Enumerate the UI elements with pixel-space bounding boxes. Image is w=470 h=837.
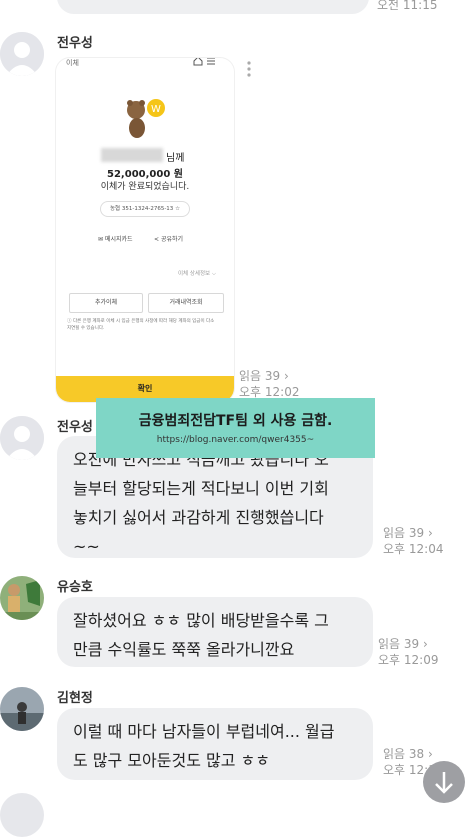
read-count: 읽음 39 › bbox=[239, 369, 289, 383]
notice-label: 다른 은행 계좌로 이체 시 입금 은행의 사정에 따라 해당 계좌의 입금이 … bbox=[67, 319, 215, 331]
detail-label: 이체 상세정보 bbox=[178, 271, 211, 277]
previous-message-bubble bbox=[57, 0, 369, 14]
sender-name: 전우성 bbox=[57, 36, 93, 51]
scroll-to-bottom-button[interactable] bbox=[423, 761, 465, 803]
chevron-down-icon: ⌵ bbox=[211, 271, 217, 277]
message-meta: 읽음 39 › 오후 12:02 bbox=[239, 368, 299, 400]
avatar[interactable] bbox=[0, 576, 44, 620]
detail-link: 이체 상세정보 ⌵ bbox=[178, 269, 216, 278]
envelope-icon: ✉ bbox=[98, 236, 104, 243]
transfer-image-card[interactable]: 이체 W 님께 52,000,000 원 이체가 완료되었습니다. 농협 351… bbox=[56, 58, 234, 402]
read-count: 읽음 38 › bbox=[383, 747, 433, 761]
message-line: 늘부터 할당되는게 적다보니 이번 기회 bbox=[73, 479, 329, 498]
share-icon: < bbox=[154, 236, 160, 243]
add-transfer-button: 추가이체 bbox=[69, 293, 143, 313]
watermark-title: 금융범죄전담TF팀 외 사용 금함. bbox=[138, 413, 333, 429]
previous-message-time: 오전 11:15 bbox=[377, 0, 438, 12]
share-link: < 공유하기 bbox=[154, 234, 183, 243]
watermark-overlay: 금융범죄전담TF팀 외 사용 금함. https://blog.naver.co… bbox=[96, 398, 375, 458]
sender-name: 유승호 bbox=[57, 580, 93, 595]
default-avatar-icon bbox=[0, 32, 44, 76]
recipient-name-blurred bbox=[101, 148, 163, 162]
message-line: 놓치기 싫어서 과감하게 진행했씁니다 bbox=[73, 508, 324, 527]
recipient-suffix: 님께 bbox=[166, 153, 185, 164]
avatar[interactable] bbox=[0, 32, 44, 76]
message-line: 잘하셨어요 ㅎㅎ 많이 배당받을수록 그 bbox=[73, 611, 329, 630]
default-avatar-icon bbox=[0, 416, 44, 460]
memo-card-link: ✉ 메시지카드 bbox=[98, 234, 133, 243]
account-number: 농협 351-1324-2765-13 bbox=[109, 206, 174, 212]
watermark-url: https://blog.naver.com/qwer4355~ bbox=[156, 435, 315, 445]
star-icon: ☆ bbox=[175, 206, 180, 212]
message-time: 오후 12:04 bbox=[383, 542, 444, 556]
message-time: 오후 12:09 bbox=[378, 653, 439, 667]
account-pill: 농협 351-1324-2765-13 ☆ bbox=[100, 201, 190, 217]
read-count: 읽음 39 › bbox=[383, 526, 433, 540]
sender-name: 김현정 bbox=[57, 691, 93, 706]
photo-avatar bbox=[0, 576, 44, 620]
read-count: 읽음 39 › bbox=[378, 637, 428, 651]
more-vertical-icon[interactable] bbox=[246, 60, 252, 78]
avatar[interactable] bbox=[0, 687, 44, 731]
message-line: 도 많구 모아둔것도 많고 ㅎㅎ bbox=[73, 751, 270, 770]
message-line: ~~ bbox=[73, 537, 100, 556]
arrow-down-icon bbox=[435, 772, 453, 794]
message-line: 이럴 때 마다 남자들이 부럽네여... 월급 bbox=[73, 722, 335, 741]
chevron-right-icon: › bbox=[284, 369, 289, 383]
bear-character-icon: W bbox=[127, 99, 165, 138]
transfer-amount: 52,000,000 원 bbox=[107, 169, 183, 180]
message-meta: 읽음 39 › 오후 12:04 bbox=[383, 525, 443, 557]
chevron-right-icon: › bbox=[428, 747, 433, 761]
chevron-right-icon: › bbox=[428, 526, 433, 540]
transfer-status: 이체가 완료되었습니다. bbox=[100, 182, 190, 192]
message-bubble[interactable]: 잘하셨어요 ㅎㅎ 많이 배당받을수록 그 만큼 수익률도 쭉쭉 올라가니깐요 bbox=[57, 597, 373, 667]
photo-avatar bbox=[0, 687, 44, 731]
home-menu-icon bbox=[193, 58, 215, 66]
message-bubble[interactable]: 이럴 때 마다 남자들이 부럽네여... 월급 도 많구 모아둔것도 많고 ㅎㅎ bbox=[57, 708, 373, 780]
card-header-title: 이체 bbox=[66, 59, 79, 67]
svg-text:W: W bbox=[151, 104, 161, 115]
message-line: 만큼 수익률도 쭉쭉 올라가니깐요 bbox=[73, 640, 295, 659]
notice-text: ⓘ 다른 은행 계좌로 이체 시 입금 은행의 사정에 따라 해당 계좌의 입금… bbox=[67, 318, 217, 332]
info-icon: ⓘ bbox=[67, 319, 72, 324]
chevron-right-icon: › bbox=[423, 637, 428, 651]
sender-name: 전우성 bbox=[57, 420, 93, 435]
avatar[interactable] bbox=[0, 416, 44, 460]
message-meta: 읽음 39 › 오후 12:09 bbox=[378, 636, 438, 668]
share-label: 공유하기 bbox=[160, 236, 184, 243]
memo-card-label: 메시지카드 bbox=[104, 236, 133, 243]
history-button: 거래내역조회 bbox=[148, 293, 224, 313]
